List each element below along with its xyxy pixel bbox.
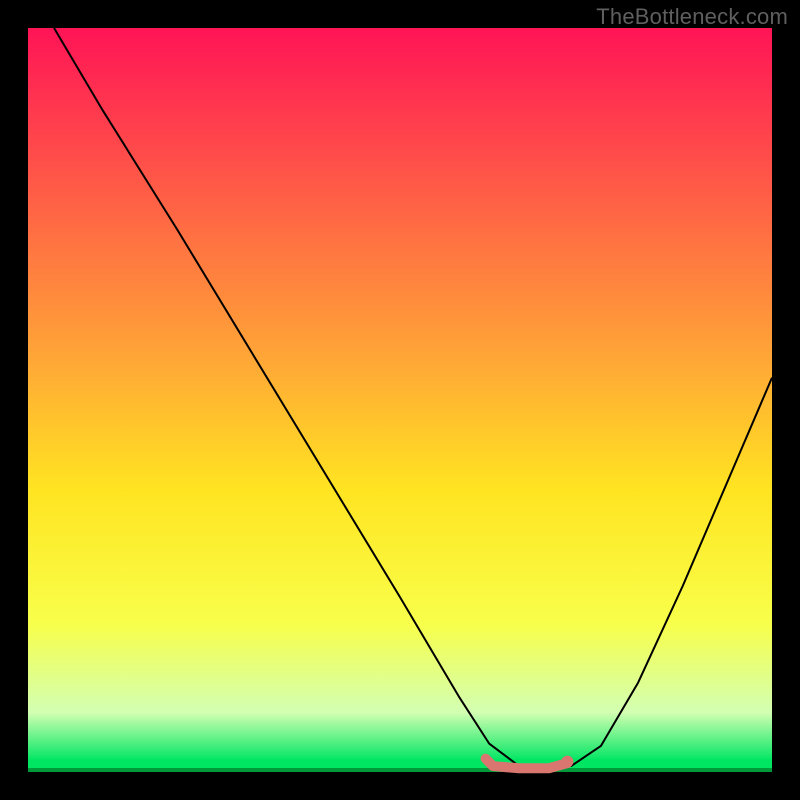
baseline-strip: [28, 768, 772, 772]
chart-frame: TheBottleneck.com: [0, 0, 800, 800]
optimal-band: [28, 759, 772, 769]
bottleneck-chart: [0, 0, 800, 800]
optimal-marker-dot: [561, 756, 573, 768]
gradient-background: [28, 28, 772, 772]
